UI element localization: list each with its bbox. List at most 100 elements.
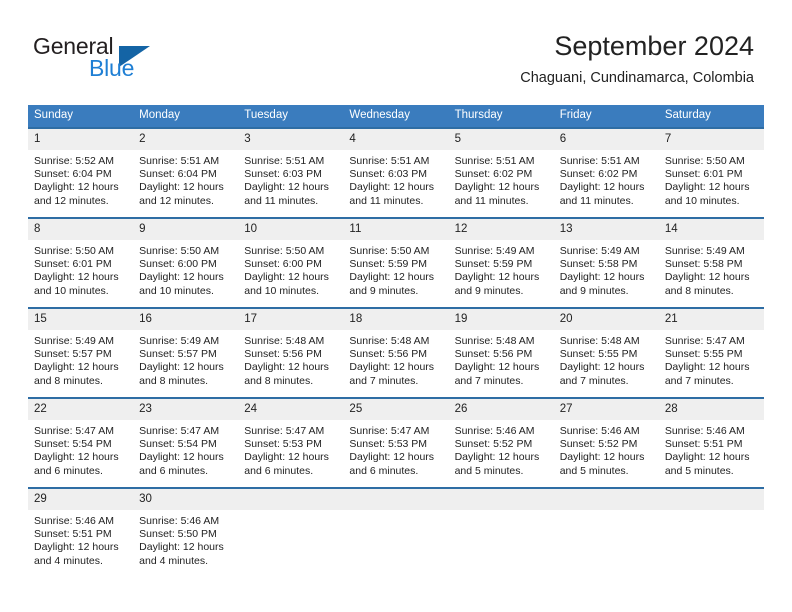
calendar-day-cell[interactable]: 6 Sunrise: 5:51 AM Sunset: 6:02 PM Daylight… <box>553 127 659 218</box>
sunset-text: Sunset: 6:03 PM <box>244 168 322 181</box>
daylight-text-line2: and 11 minutes. <box>244 194 319 207</box>
calendar-day-cell[interactable]: 16 Sunrise: 5:49 AM Sunset: 5:57 PM Dayligh… <box>133 307 239 398</box>
calendar-day-cell[interactable]: 23 Sunrise: 5:47 AM Sunset: 5:54 PM Dayligh… <box>133 397 239 488</box>
daylight-text-line2: and 9 minutes. <box>559 284 629 297</box>
sunrise-text: Sunrise: 5:47 AM <box>664 335 745 347</box>
calendar-day-cell[interactable]: 21 Sunrise: 5:47 AM Sunset: 5:55 PM Dayligh… <box>658 307 764 398</box>
day-number: 30 <box>133 489 239 510</box>
day-details: Sunrise: 5:51 AM Sunset: 6:03 PM Daylight:… <box>343 150 448 208</box>
calendar-week-row: 22 Sunrise: 5:47 AM Sunset: 5:54 PM Dayligh… <box>28 397 764 488</box>
sunrise-text: Sunrise: 5:49 AM <box>664 245 745 257</box>
calendar-day-cell[interactable]: 12 Sunrise: 5:49 AM Sunset: 5:59 PM Dayligh… <box>448 217 554 308</box>
calendar-day-cell[interactable]: 17 Sunrise: 5:48 AM Sunset: 5:56 PM Dayligh… <box>238 307 344 398</box>
calendar-day-cell[interactable]: 24 Sunrise: 5:47 AM Sunset: 5:53 PM Dayligh… <box>238 397 344 488</box>
brand-logo[interactable]: General Blue <box>33 33 203 85</box>
calendar-day-cell[interactable]: 2 Sunrise: 5:51 AM Sunset: 6:04 PM Daylight… <box>133 127 239 218</box>
calendar-day-cell[interactable]: 7 Sunrise: 5:50 AM Sunset: 6:01 PM Daylight… <box>658 127 764 218</box>
daylight-text-line2: and 5 minutes. <box>664 464 734 477</box>
day-details: Sunrise: 5:47 AM Sunset: 5:53 PM Daylight:… <box>238 420 343 478</box>
day-number: 4 <box>343 129 449 150</box>
daylight-text-line1: Daylight: 12 hours <box>34 271 119 284</box>
sunset-text: Sunset: 6:04 PM <box>34 168 112 181</box>
day-details: Sunrise: 5:49 AM Sunset: 5:59 PM Daylight:… <box>449 240 554 298</box>
daylight-text-line2: and 10 minutes. <box>244 284 319 297</box>
day-details: Sunrise: 5:47 AM Sunset: 5:55 PM Daylight:… <box>659 330 764 388</box>
calendar-day-cell[interactable]: 15 Sunrise: 5:49 AM Sunset: 5:57 PM Dayligh… <box>28 307 134 398</box>
title-block: September 2024 Chaguani, Cundinamarca, C… <box>520 30 754 87</box>
day-number: 29 <box>28 489 134 510</box>
daylight-text-line1: Daylight: 12 hours <box>244 181 329 194</box>
sunset-text: Sunset: 5:55 PM <box>559 348 638 361</box>
calendar-day-cell[interactable]: 19 Sunrise: 5:48 AM Sunset: 5:56 PM Dayligh… <box>448 307 554 398</box>
page-subtitle: Chaguani, Cundinamarca, Colombia <box>520 70 754 86</box>
day-number: 26 <box>448 399 554 420</box>
sunrise-text: Sunrise: 5:50 AM <box>139 245 220 257</box>
calendar-day-cell[interactable]: 26 Sunrise: 5:46 AM Sunset: 5:52 PM Dayligh… <box>448 397 554 488</box>
calendar-day-cell[interactable]: 11 Sunrise: 5:50 AM Sunset: 5:59 PM Dayligh… <box>343 217 449 308</box>
calendar-day-cell[interactable]: 3 Sunrise: 5:51 AM Sunset: 6:03 PM Daylight… <box>238 127 344 218</box>
calendar-day-cell-empty <box>238 487 344 577</box>
day-details: Sunrise: 5:46 AM Sunset: 5:51 PM Daylight:… <box>28 510 133 568</box>
day-details: Sunrise: 5:47 AM Sunset: 5:54 PM Daylight:… <box>133 420 238 478</box>
daylight-text-line2: and 6 minutes. <box>139 464 209 477</box>
calendar-day-cell[interactable]: 22 Sunrise: 5:47 AM Sunset: 5:54 PM Dayligh… <box>28 397 134 488</box>
calendar-day-cell[interactable]: 27 Sunrise: 5:46 AM Sunset: 5:52 PM Dayligh… <box>553 397 659 488</box>
daylight-text-line1: Daylight: 12 hours <box>244 451 329 464</box>
sunrise-text: Sunrise: 5:47 AM <box>244 425 325 437</box>
calendar-day-cell[interactable]: 13 Sunrise: 5:49 AM Sunset: 5:58 PM Dayligh… <box>553 217 659 308</box>
sunset-text: Sunset: 6:00 PM <box>139 258 217 271</box>
daylight-text-line2: and 10 minutes. <box>34 284 109 297</box>
day-number: 24 <box>238 399 344 420</box>
calendar-day-cell[interactable]: 29 Sunrise: 5:46 AM Sunset: 5:51 PM Dayligh… <box>28 487 134 577</box>
sunset-text: Sunset: 5:52 PM <box>559 438 638 451</box>
daylight-text-line1: Daylight: 12 hours <box>664 271 750 284</box>
daylight-text-line1: Daylight: 12 hours <box>244 271 329 284</box>
calendar-day-cell[interactable]: 18 Sunrise: 5:48 AM Sunset: 5:56 PM Dayligh… <box>343 307 449 398</box>
calendar-day-cell[interactable]: 9 Sunrise: 5:50 AM Sunset: 6:00 PM Daylight… <box>133 217 239 308</box>
sunrise-text: Sunrise: 5:47 AM <box>349 425 430 437</box>
day-details: Sunrise: 5:50 AM Sunset: 6:00 PM Daylight:… <box>238 240 343 298</box>
daylight-text-line1: Daylight: 12 hours <box>349 361 435 374</box>
sunset-text: Sunset: 5:53 PM <box>349 438 428 451</box>
day-number: 25 <box>343 399 449 420</box>
weekday-header-sunday: Sunday <box>28 105 134 128</box>
calendar-header-row: Sunday Monday Tuesday Wednesday Thursday… <box>28 105 764 128</box>
day-details: Sunrise: 5:51 AM Sunset: 6:02 PM Daylight:… <box>554 150 659 208</box>
day-details: Sunrise: 5:48 AM Sunset: 5:55 PM Daylight:… <box>554 330 659 388</box>
daylight-text-line2: and 10 minutes. <box>139 284 214 297</box>
sunset-text: Sunset: 5:58 PM <box>559 258 638 271</box>
calendar-day-cell[interactable]: 14 Sunrise: 5:49 AM Sunset: 5:58 PM Dayligh… <box>658 217 764 308</box>
calendar-day-cell[interactable]: 10 Sunrise: 5:50 AM Sunset: 6:00 PM Dayligh… <box>238 217 344 308</box>
calendar-day-cell[interactable]: 20 Sunrise: 5:48 AM Sunset: 5:55 PM Dayligh… <box>553 307 659 398</box>
calendar-day-cell[interactable]: 5 Sunrise: 5:51 AM Sunset: 6:02 PM Daylight… <box>448 127 554 218</box>
daylight-text-line2: and 5 minutes. <box>454 464 524 477</box>
daylight-text-line1: Daylight: 12 hours <box>454 181 540 194</box>
calendar-week-row: 29 Sunrise: 5:46 AM Sunset: 5:51 PM Dayligh… <box>28 487 764 577</box>
calendar-day-cell[interactable]: 28 Sunrise: 5:46 AM Sunset: 5:51 PM Dayligh… <box>658 397 764 488</box>
calendar-day-cell[interactable]: 30 Sunrise: 5:46 AM Sunset: 5:50 PM Dayligh… <box>133 487 239 577</box>
daylight-text-line1: Daylight: 12 hours <box>559 451 645 464</box>
calendar-day-cell[interactable]: 4 Sunrise: 5:51 AM Sunset: 6:03 PM Daylight… <box>343 127 449 218</box>
sunrise-text: Sunrise: 5:46 AM <box>139 515 220 527</box>
day-details: Sunrise: 5:50 AM Sunset: 6:01 PM Daylight:… <box>28 240 133 298</box>
calendar-day-cell[interactable]: 1 Sunrise: 5:52 AM Sunset: 6:04 PM Daylight… <box>28 127 134 218</box>
day-number: 9 <box>133 219 239 240</box>
daylight-text-line2: and 7 minutes. <box>349 374 419 387</box>
daylight-text-line2: and 12 minutes. <box>34 194 109 207</box>
sunrise-text: Sunrise: 5:46 AM <box>559 425 640 437</box>
sunrise-text: Sunrise: 5:51 AM <box>454 155 535 167</box>
calendar-day-cell[interactable]: 25 Sunrise: 5:47 AM Sunset: 5:53 PM Dayligh… <box>343 397 449 488</box>
weekday-header-saturday: Saturday <box>658 105 764 128</box>
daylight-text-line1: Daylight: 12 hours <box>34 361 119 374</box>
sunrise-text: Sunrise: 5:46 AM <box>454 425 535 437</box>
page-title: September 2024 <box>554 31 754 61</box>
page-header: General Blue September 2024 Chaguani, Cu… <box>0 0 792 100</box>
daylight-text-line1: Daylight: 12 hours <box>349 271 435 284</box>
sunset-text: Sunset: 5:51 PM <box>664 438 743 451</box>
day-number: 23 <box>133 399 239 420</box>
calendar-day-cell[interactable]: 8 Sunrise: 5:50 AM Sunset: 6:01 PM Daylight… <box>28 217 134 308</box>
day-details: Sunrise: 5:48 AM Sunset: 5:56 PM Daylight:… <box>238 330 343 388</box>
daylight-text-line1: Daylight: 12 hours <box>139 361 224 374</box>
sunrise-text: Sunrise: 5:50 AM <box>34 245 114 257</box>
weekday-header-thursday: Thursday <box>448 105 554 128</box>
